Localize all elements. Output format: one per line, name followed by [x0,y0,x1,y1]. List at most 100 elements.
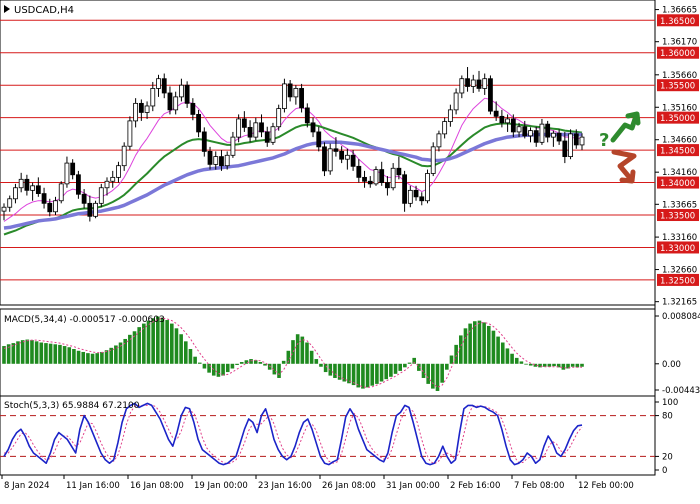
macd-bar [500,342,505,364]
macd-bar [407,362,412,364]
macd-bar [258,362,263,364]
candle-down [350,154,356,167]
macd-bar [123,338,127,364]
macd-bar [216,363,221,377]
macd-bar [528,363,533,366]
candle-down [465,78,470,87]
candle-up [282,83,287,109]
macd-bar [505,348,510,364]
macd-bar [365,363,370,388]
level-label: 1.33000 [660,244,695,254]
macd-bar [76,350,81,364]
candle-down [287,83,293,98]
level-label: 1.33500 [660,212,695,222]
candle-down [419,196,425,202]
macd-bar [426,363,430,384]
candle-down [75,174,81,195]
macd-bar [281,360,286,364]
macd-bar [403,363,407,368]
candle-down [264,131,270,143]
candle-down [573,133,579,146]
macd-bar [100,351,104,364]
candle-down [299,88,304,109]
candle-down [413,189,419,198]
macd-bar [477,320,482,364]
candle-down [545,123,551,138]
candle-down [304,107,310,124]
candle-up [53,200,58,213]
macd-bar [230,363,235,369]
macd-bar [375,363,379,384]
candle-down [41,193,47,204]
candle-down [138,102,144,113]
candle-down [322,146,327,172]
macd-bar [472,321,477,364]
candle-up [156,78,161,89]
macd-bar [305,342,309,364]
candle-up [579,136,585,146]
candle-down [259,122,264,133]
macd-bar [221,363,225,376]
price-tick-label: 1.34160 [662,168,697,178]
chart-svg: 1.36500 1.36000 1.35500 1.35000 1.34500 1.340… [0,0,700,491]
candle-up [453,92,459,111]
candle-up [390,167,396,189]
candle-down [201,131,207,152]
macd-bar [449,355,454,364]
macd-bar [146,320,151,364]
macd-bar [193,356,197,364]
candle-down [70,162,76,176]
candle-up [459,78,465,94]
macd-bar [468,323,472,364]
candle-down [356,165,362,178]
candle-down [247,126,253,138]
candle-up [133,102,139,122]
macd-bar [323,363,328,373]
candle-up [425,173,430,202]
macd-title: MACD(5,34,4) -0.000517 -0.000603 [4,315,165,325]
candle-up [144,105,150,113]
macd-bar [463,328,468,364]
candle-down [35,185,41,194]
macd-bar [431,363,435,389]
price-tick-label: 1.36170 [662,38,697,48]
macd-bar [370,363,375,386]
candle-up [1,206,7,212]
candle-up [436,133,442,148]
macd-bar [235,363,239,365]
candle-up [121,145,127,167]
macd-bar [519,361,524,364]
macd-bar [179,334,183,364]
macd-bar [319,363,323,367]
price-tick-label: 1.35160 [662,103,697,113]
macd-tick-label: -0.004434 [662,386,700,396]
macd-bar [72,349,76,364]
candle-up [98,187,104,204]
macd-bar [44,343,48,364]
level-label: 1.35500 [660,82,695,92]
macd-bar [445,363,449,370]
macd-bar [81,351,86,364]
price-tick-label: 1.36665 [662,6,697,16]
candle-up [407,189,413,204]
macd-bar [291,340,295,364]
candle-up [482,78,488,89]
macd-bar [2,346,6,364]
candle-up [7,198,13,208]
time-tick-label: 11 Jan 16:00 [66,481,120,491]
macd-bar [95,353,100,364]
candle-up [127,120,133,147]
chart-canvas: 1.36500 1.36000 1.35500 1.35000 1.34500 1.340… [0,0,700,500]
candle-down [499,115,505,124]
macd-bar [510,353,514,364]
macd-bar [207,363,211,373]
candle-down [241,118,247,128]
candle-up [18,178,24,189]
candle-down [190,102,196,115]
macd-bar [440,363,444,383]
macd-bar [384,363,389,380]
macd-bar [570,363,575,367]
candle-up [213,156,219,165]
time-tick-label: 7 Feb 08:00 [514,481,564,491]
macd-bar [25,339,30,364]
